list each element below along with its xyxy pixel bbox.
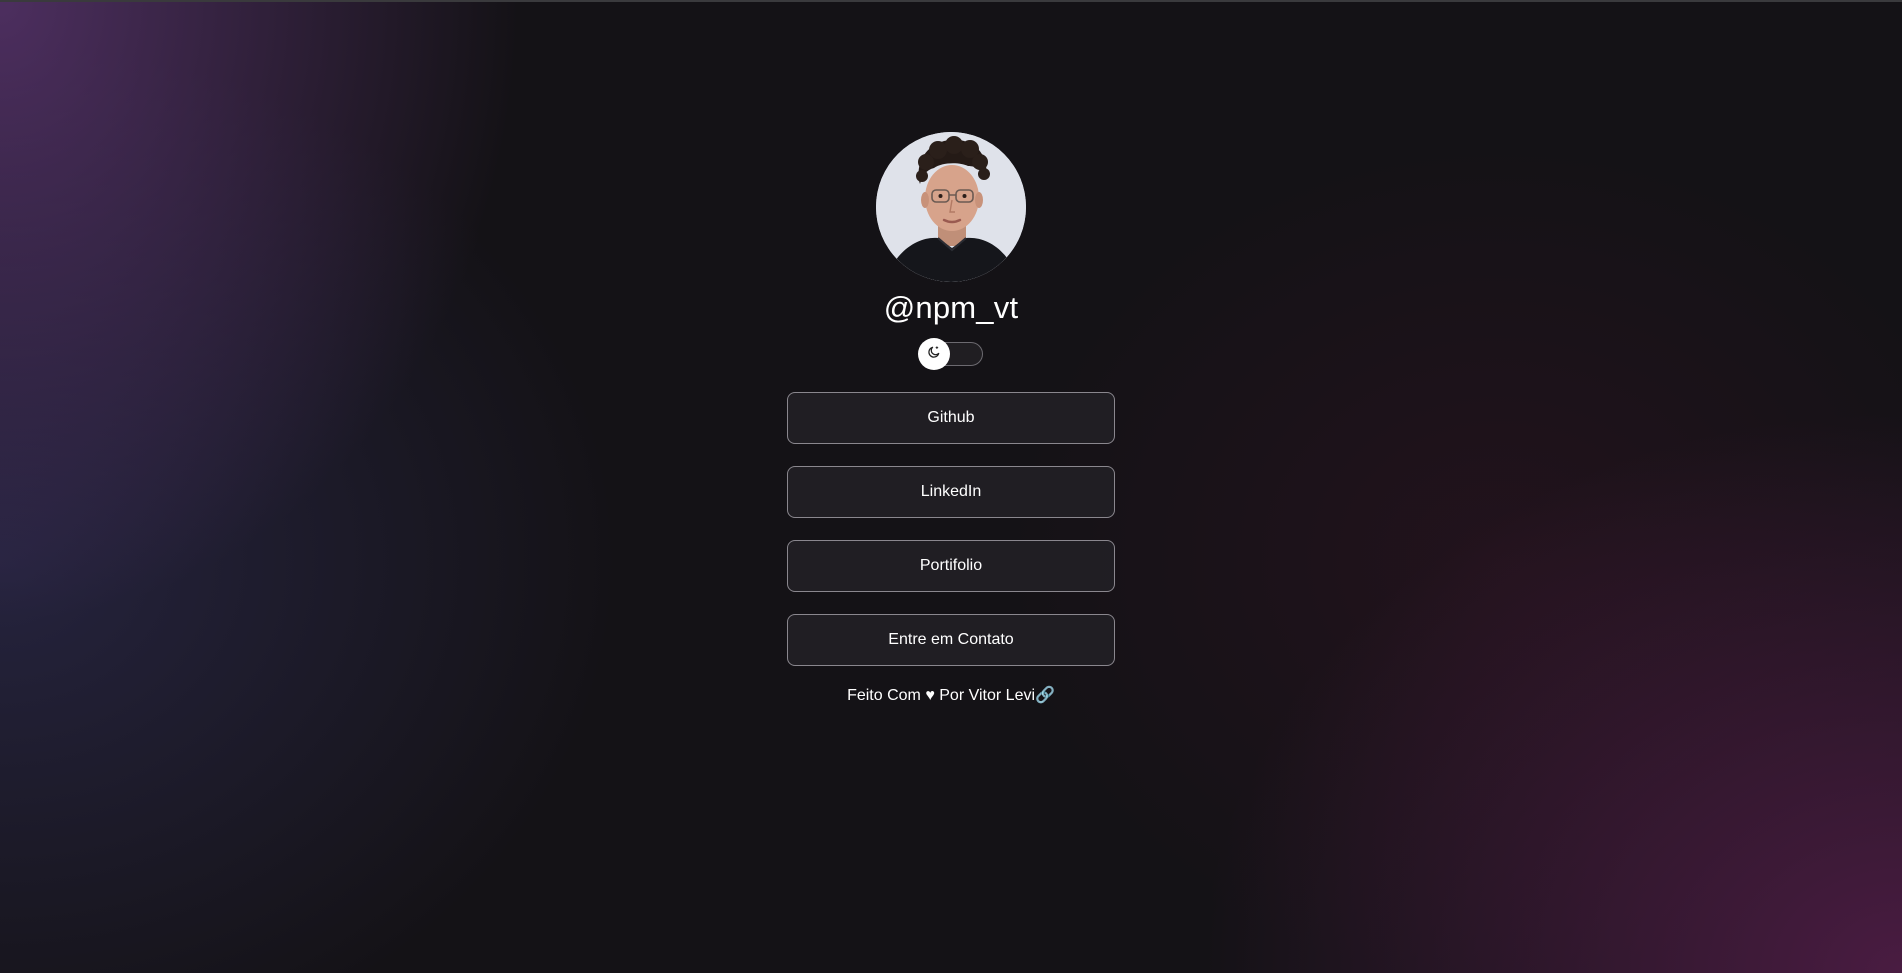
theme-toggle[interactable] bbox=[918, 338, 983, 370]
link-icon[interactable]: 🔗 bbox=[1035, 686, 1055, 706]
avatar bbox=[876, 132, 1026, 282]
heart-icon: ♥ bbox=[925, 687, 935, 704]
footer-by: Por bbox=[934, 687, 969, 704]
linkedin-button[interactable]: LinkedIn bbox=[787, 466, 1115, 518]
portfolio-button[interactable]: Portifolio bbox=[787, 540, 1115, 592]
profile-card: @npm_vt Github LinkedIn Portifolio Entre… bbox=[0, 132, 1902, 706]
window-top-border bbox=[0, 0, 1902, 2]
link-list: Github LinkedIn Portifolio Entre em Cont… bbox=[787, 392, 1115, 688]
theme-toggle-knob[interactable] bbox=[918, 338, 950, 370]
avatar-photo bbox=[876, 132, 1026, 282]
footer-prefix: Feito Com bbox=[847, 687, 926, 704]
author-link[interactable]: Vitor Levi bbox=[969, 686, 1035, 706]
footer-credit: Feito Com ♥ Por Vitor Levi 🔗 bbox=[847, 686, 1055, 706]
contact-button[interactable]: Entre em Contato bbox=[787, 614, 1115, 666]
github-button[interactable]: Github bbox=[787, 392, 1115, 444]
moon-icon bbox=[927, 345, 941, 364]
profile-handle: @npm_vt bbox=[883, 290, 1019, 325]
